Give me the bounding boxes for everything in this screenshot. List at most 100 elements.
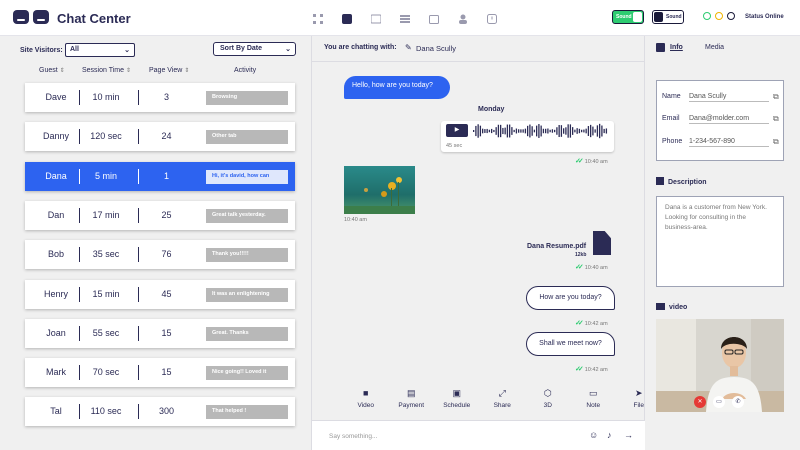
waveform-bar	[533, 129, 536, 133]
visitor-filter-select[interactable]: All ⌄	[65, 43, 135, 57]
sort-icon: ⇕	[126, 68, 132, 74]
copy-icon[interactable]: ⧉	[773, 137, 779, 147]
shared-photo[interactable]	[344, 166, 415, 214]
status-dot-away[interactable]	[715, 12, 723, 20]
microphone-icon[interactable]: ♪	[607, 430, 612, 440]
audio-timestamp: ✓✓ 10:40 am	[575, 158, 608, 165]
waveform[interactable]	[473, 123, 608, 139]
waveform-bar	[536, 125, 538, 137]
session-time: 70 sec	[92, 367, 120, 378]
sound-toggle-off[interactable]: Sound	[652, 10, 684, 24]
session-time: 110 sec	[90, 406, 122, 417]
calendar-icon[interactable]	[419, 12, 448, 26]
description-title: Description	[656, 177, 707, 186]
site-visitors-label: Site Visitors:	[20, 47, 63, 54]
phone-field[interactable]: 1-234-567-890	[689, 138, 769, 147]
activity-badge: Nice going!! Loved it	[206, 366, 288, 381]
photo-timestamp: 10:40 am	[344, 217, 367, 223]
alert-icon[interactable]	[477, 12, 506, 26]
video-title: video	[656, 303, 687, 311]
name-field[interactable]: Dana Scully	[689, 93, 769, 102]
tool-label: Note	[586, 402, 601, 409]
list-icon[interactable]	[390, 12, 419, 26]
file-name[interactable]: Dana Resume.pdf	[527, 243, 586, 250]
copy-icon[interactable]: ⧉	[773, 114, 779, 124]
waveform-bar	[558, 124, 560, 138]
guest-name: Henry	[43, 288, 68, 299]
visitor-row[interactable]: Tal 110 sec 300 That helped !	[25, 397, 295, 427]
tab-media[interactable]: Media	[705, 44, 724, 51]
tool-note[interactable]: ▭ Note	[571, 388, 617, 409]
video-call[interactable]: ✕ ▭ ✆	[656, 319, 784, 412]
user-icon[interactable]	[448, 12, 477, 26]
waveform-bar	[569, 124, 572, 138]
waveform-bar	[477, 124, 479, 138]
tool-share[interactable]: ⤢ Share	[480, 388, 526, 409]
visitor-row[interactable]: Mark 70 sec 15 Nice going!! Loved it	[25, 358, 295, 388]
waveform-bar	[504, 127, 506, 135]
email-field[interactable]: Dana@molder.com	[689, 115, 769, 124]
tool-payment[interactable]: ▤ Payment	[389, 388, 435, 409]
play-icon[interactable]: ▶	[446, 124, 468, 137]
emoji-icon[interactable]: ☺	[589, 430, 598, 440]
read-check-icon: ✓✓	[575, 320, 584, 327]
activity-badge: That helped !	[206, 405, 288, 420]
tool-video[interactable]: ■ Video	[343, 388, 389, 409]
visitor-row[interactable]: Joan 55 sec 15 Great. Thanks	[25, 318, 295, 348]
3d-icon: ⬡	[543, 388, 552, 398]
waveform-bar	[488, 129, 491, 133]
camera-icon	[656, 303, 665, 310]
visitor-row[interactable]: Henry 15 min 45 It was an enlightening	[25, 279, 295, 309]
email-label: Email	[662, 115, 680, 122]
session-time: 5 min	[94, 170, 117, 181]
copy-icon[interactable]: ⧉	[773, 92, 779, 102]
sound-toggle-on[interactable]: Sound	[612, 10, 644, 24]
tool-3d[interactable]: ⬡ 3D	[525, 388, 571, 409]
waveform-bar	[540, 125, 542, 137]
audio-duration: 45 sec	[446, 143, 463, 149]
session-time: 55 sec	[92, 327, 120, 338]
card-icon[interactable]	[361, 12, 390, 26]
pdf-file-icon[interactable]	[593, 231, 611, 255]
status-dot-offline[interactable]	[727, 12, 735, 20]
column-page-view[interactable]: Page View ⇕	[149, 67, 189, 74]
waveform-bar	[549, 129, 551, 133]
waveform-bar	[482, 128, 484, 134]
tab-info[interactable]: Info	[670, 44, 683, 51]
pencil-icon[interactable]: ✎	[405, 43, 412, 52]
guest-name: Tal	[50, 406, 62, 417]
waveform-bar	[554, 129, 556, 133]
message-input[interactable]: Say something...	[329, 433, 377, 440]
waveform-bar	[502, 127, 504, 135]
column-session-time[interactable]: Session Time ⇕	[82, 67, 131, 74]
call-button[interactable]: ✆	[732, 396, 744, 408]
tool-label: Schedule	[443, 402, 471, 409]
description-text[interactable]: Dana is a customer from New York. Lookin…	[656, 196, 784, 287]
column-guest[interactable]: Guest ⇕	[39, 67, 65, 74]
contact-info-panel: Info Media Name Dana Scully ⧉ Email Dana…	[645, 36, 800, 450]
grid-icon[interactable]	[303, 12, 332, 26]
chatting-with-label: You are chatting with:	[324, 44, 397, 51]
camera-toggle-button[interactable]: ▭	[713, 396, 725, 408]
visitor-row[interactable]: Bob 35 sec 76 Thank you!!!!!	[25, 240, 295, 270]
status-dot-online[interactable]	[703, 12, 711, 20]
waveform-bar	[592, 126, 594, 136]
waveform-bar	[531, 126, 533, 136]
phone-row: Phone 1-234-567-890 ⧉	[662, 137, 779, 147]
waveform-bar	[601, 125, 603, 137]
phone-label: Phone	[662, 138, 683, 145]
visitor-row[interactable]: Dana 5 min 1 Hi, it's david, how can	[25, 161, 295, 191]
tool-schedule[interactable]: ▣ Schedule	[434, 388, 480, 409]
send-arrow-icon[interactable]: →	[624, 430, 633, 440]
visitor-row[interactable]: Dan 17 min 25 Great talk yesterday.	[25, 200, 295, 230]
chat-icon[interactable]	[332, 12, 361, 26]
visitor-row[interactable]: Dave 10 min 3 Browsing	[25, 83, 295, 112]
app-title: Chat Center	[57, 11, 131, 26]
visitor-row[interactable]: Danny 120 sec 24 Other tab	[25, 122, 295, 152]
page-view: 24	[161, 131, 172, 142]
end-call-button[interactable]: ✕	[694, 396, 706, 408]
waveform-bar	[572, 127, 574, 135]
read-check-icon: ✓✓	[575, 158, 584, 165]
sort-select[interactable]: Sort By Date ⌄	[213, 42, 296, 56]
waveform-bar	[484, 129, 486, 133]
